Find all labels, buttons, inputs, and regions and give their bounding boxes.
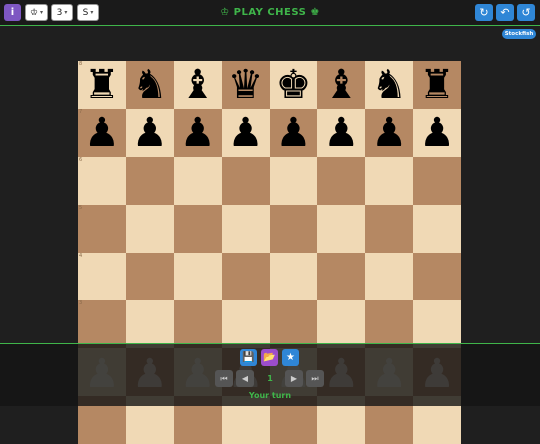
- black-knight-icon[interactable]: ♞: [371, 65, 407, 105]
- favorite-button[interactable]: ★: [282, 349, 299, 366]
- board-square[interactable]: [125, 300, 174, 349]
- board-square[interactable]: ♟: [269, 108, 318, 157]
- board-square[interactable]: ♞: [125, 61, 174, 109]
- board-square[interactable]: [365, 252, 414, 301]
- last-move-button[interactable]: ⏭: [306, 370, 324, 387]
- board-square[interactable]: ♟: [173, 108, 222, 157]
- black-rook-icon[interactable]: ♜: [84, 65, 120, 105]
- black-rook-icon[interactable]: ♜: [419, 65, 455, 105]
- rank-label: 3: [79, 300, 83, 307]
- undo-icon: ↶: [500, 6, 510, 19]
- board-square[interactable]: [317, 252, 366, 301]
- board-square[interactable]: ♟: [413, 108, 461, 157]
- board-square[interactable]: [221, 252, 270, 301]
- folder-icon: 📂: [263, 352, 276, 363]
- black-knight-icon[interactable]: ♞: [132, 65, 168, 105]
- board-square[interactable]: ♝: [173, 61, 222, 109]
- save-button[interactable]: 💾: [240, 349, 257, 366]
- refresh-icon: ↻: [479, 6, 489, 19]
- board-square[interactable]: ♝: [317, 61, 366, 109]
- board-square[interactable]: ♟: [125, 108, 174, 157]
- board-square[interactable]: [365, 300, 414, 349]
- board-square[interactable]: 3: [78, 300, 126, 349]
- board-square[interactable]: [221, 300, 270, 349]
- rank-label: 4: [79, 252, 83, 259]
- board-square[interactable]: ♚: [269, 61, 318, 109]
- engine-badge[interactable]: Stockfish: [502, 29, 536, 39]
- board-square[interactable]: ♟: [221, 108, 270, 157]
- rank-label: 8: [79, 61, 83, 67]
- board-square[interactable]: [125, 204, 174, 253]
- board-square[interactable]: [125, 156, 174, 205]
- board-square[interactable]: [125, 252, 174, 301]
- board-square[interactable]: [269, 204, 318, 253]
- board-square[interactable]: 4: [78, 252, 126, 301]
- black-king-icon: ♚: [310, 7, 320, 18]
- restart-icon: ↺: [521, 6, 531, 19]
- board-square[interactable]: [173, 204, 222, 253]
- board-square[interactable]: [413, 252, 461, 301]
- board-square[interactable]: [269, 252, 318, 301]
- black-pawn-icon[interactable]: ♟: [276, 113, 312, 153]
- black-pawn-icon[interactable]: ♟: [180, 113, 216, 153]
- board-square[interactable]: ♜: [413, 61, 461, 109]
- save-icon: 💾: [242, 352, 255, 363]
- board-square[interactable]: [173, 300, 222, 349]
- board-square[interactable]: ♞: [365, 61, 414, 109]
- board-square[interactable]: [173, 156, 222, 205]
- first-move-button[interactable]: ⏮: [215, 370, 233, 387]
- rank-label: 5: [79, 204, 83, 211]
- board-square[interactable]: [365, 204, 414, 253]
- prev-move-button[interactable]: ◀: [236, 370, 254, 387]
- board-square[interactable]: [413, 156, 461, 205]
- board-square[interactable]: [365, 156, 414, 205]
- prev-icon: ◀: [241, 374, 249, 383]
- black-pawn-icon[interactable]: ♟: [84, 113, 120, 153]
- black-bishop-icon[interactable]: ♝: [180, 65, 216, 105]
- board-square[interactable]: [173, 252, 222, 301]
- black-pawn-icon[interactable]: ♟: [228, 113, 264, 153]
- board-square[interactable]: ♟: [317, 108, 366, 157]
- black-pawn-icon[interactable]: ♟: [323, 113, 359, 153]
- board-square[interactable]: ♛: [221, 61, 270, 109]
- board-square[interactable]: [413, 204, 461, 253]
- board-square[interactable]: [317, 156, 366, 205]
- board-square[interactable]: [413, 300, 461, 349]
- board-square[interactable]: 7 ♟: [78, 108, 126, 157]
- load-button[interactable]: 📂: [261, 349, 278, 366]
- status-text: Your turn: [248, 391, 292, 400]
- board-square[interactable]: 8 ♜: [78, 61, 126, 109]
- next-icon: ▶: [290, 374, 298, 383]
- star-icon: ★: [286, 352, 295, 363]
- move-number: 1: [267, 374, 273, 383]
- next-move-button[interactable]: ▶: [285, 370, 303, 387]
- undo-button[interactable]: ↶: [496, 4, 514, 21]
- restart-button[interactable]: ↺: [517, 4, 535, 21]
- black-pawn-icon[interactable]: ♟: [371, 113, 407, 153]
- black-king-icon[interactable]: ♚: [276, 65, 312, 105]
- board-square[interactable]: 5: [78, 204, 126, 253]
- rank-label: 6: [79, 156, 83, 163]
- board-square[interactable]: [221, 204, 270, 253]
- board-square[interactable]: [269, 156, 318, 205]
- black-queen-icon[interactable]: ♛: [228, 65, 264, 105]
- rank-label: 7: [79, 108, 83, 115]
- board-square[interactable]: ♟: [365, 108, 414, 157]
- black-pawn-icon[interactable]: ♟: [132, 113, 168, 153]
- refresh-button[interactable]: ↻: [475, 4, 493, 21]
- page-title: ♔ PLAY CHESS ♚: [220, 7, 320, 18]
- board-square[interactable]: [317, 300, 366, 349]
- black-bishop-icon[interactable]: ♝: [323, 65, 359, 105]
- white-king-icon: ♔: [220, 7, 230, 18]
- board-square[interactable]: [317, 204, 366, 253]
- skip-first-icon: ⏮: [220, 373, 228, 383]
- board-square[interactable]: 6: [78, 156, 126, 205]
- board-square[interactable]: [221, 156, 270, 205]
- black-pawn-icon[interactable]: ♟: [419, 113, 455, 153]
- board-square[interactable]: [269, 300, 318, 349]
- skip-last-icon: ⏭: [311, 373, 319, 383]
